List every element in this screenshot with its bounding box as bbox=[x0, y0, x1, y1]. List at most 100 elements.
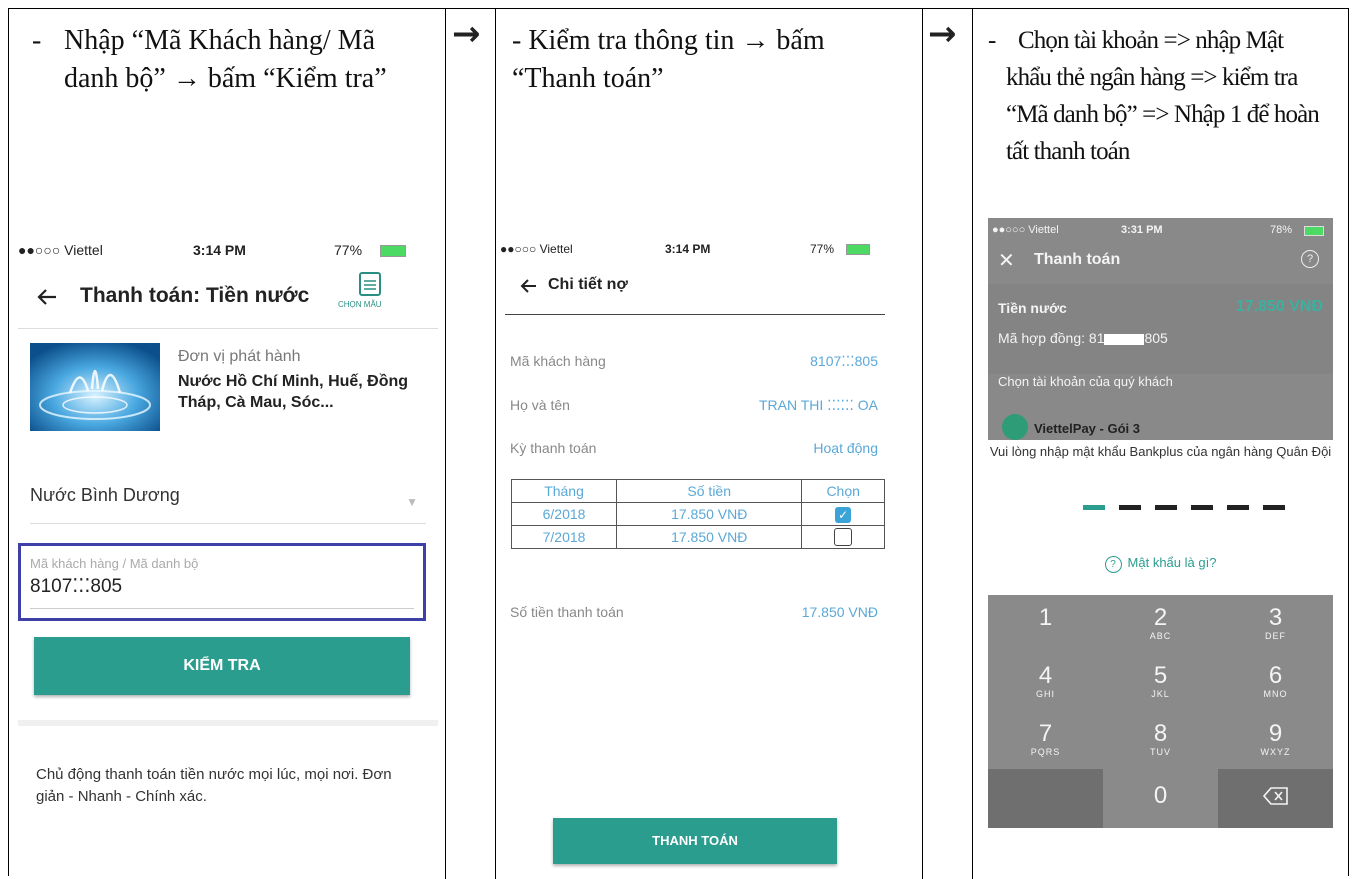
key-4[interactable]: 4 GHI bbox=[988, 653, 1103, 711]
detail-label: Họ và tên bbox=[510, 397, 570, 413]
step-2-instruction: - Kiểm tra thông tin → bấm “Thanh toán” bbox=[512, 22, 912, 98]
template-icon[interactable] bbox=[358, 270, 382, 296]
key-letters: TUV bbox=[1150, 747, 1171, 757]
key-digit: 1 bbox=[1038, 604, 1053, 631]
key-digit: 7 bbox=[1038, 720, 1053, 747]
key-digit: 9 bbox=[1268, 720, 1283, 747]
key-blank bbox=[988, 769, 1103, 828]
page-title: Chi tiết nợ bbox=[548, 276, 628, 293]
viettelpay-logo-icon bbox=[1002, 414, 1028, 440]
step-3-instruction: - Chọn tài khoản => nhập Mật khẩu thẻ ng… bbox=[988, 22, 1333, 170]
table-row: 7/2018 17.850 VNĐ bbox=[510, 525, 885, 549]
battery-icon bbox=[1304, 226, 1324, 236]
back-arrow-icon[interactable] bbox=[36, 288, 58, 306]
issuer-name: Nước Hồ Chí Minh, Huế, Đồng Tháp, Cà Mau… bbox=[178, 373, 409, 411]
numeric-keypad: 1 2 ABC 3 DEF 4 GHI 5 JKL 6 MNO 7 PQRS 8 TUV 9W… bbox=[988, 595, 1333, 828]
month-cell: 6/2018 bbox=[510, 502, 618, 526]
password-prompt: Vui lòng nhập mật khẩu Bankplus của ngân… bbox=[989, 444, 1332, 459]
contract-suffix: 805 bbox=[1144, 330, 1168, 346]
template-label[interactable]: CHỌN MẪU bbox=[338, 300, 382, 309]
help-text: Mật khẩu là gì? bbox=[1127, 555, 1217, 570]
backspace-key[interactable] bbox=[1218, 769, 1333, 828]
detail-row: Kỳ thanh toán Hoạt động bbox=[510, 440, 878, 456]
key-8[interactable]: 8 TUV bbox=[1103, 711, 1218, 769]
checkbox-unchecked[interactable] bbox=[834, 528, 853, 547]
service-description: Chủ động thanh toán tiền nước mọi lúc, m… bbox=[36, 766, 392, 805]
question-icon: ? bbox=[1104, 556, 1122, 573]
password-dots[interactable] bbox=[1083, 505, 1285, 511]
screen-debt-details: ●●○○○ Viettel 3:14 PM 77% Chi tiết nợ Mã… bbox=[500, 230, 895, 879]
battery-icon bbox=[380, 245, 406, 257]
key-letters: GHI bbox=[1035, 689, 1055, 699]
back-arrow-icon[interactable] bbox=[520, 278, 538, 294]
key-2[interactable]: 2 ABC bbox=[1103, 595, 1218, 653]
column-divider bbox=[445, 8, 446, 879]
key-digit: 3 bbox=[1268, 604, 1283, 631]
checkbox-checked[interactable]: ✓ bbox=[835, 506, 852, 523]
key-1[interactable]: 1 bbox=[988, 595, 1103, 653]
key-3[interactable]: 3 DEF bbox=[1218, 595, 1333, 653]
carrier-label: ●●○○○ Viettel bbox=[500, 242, 573, 256]
step-bullet: - bbox=[32, 25, 42, 56]
detail-value: Hoạt động bbox=[813, 440, 878, 456]
pay-button[interactable]: THANH TOÁN bbox=[553, 818, 837, 864]
detail-label: Kỳ thanh toán bbox=[510, 440, 597, 456]
key-7[interactable]: 7 PQRS bbox=[988, 711, 1103, 769]
key-digit: 4 bbox=[1038, 662, 1053, 689]
step-text: Chọn tài khoản => nhập Mật khẩu thẻ ngân… bbox=[1006, 27, 1320, 165]
input-underline bbox=[30, 608, 414, 609]
provider-select[interactable]: Nước Bình Dương ▼ bbox=[30, 485, 426, 524]
key-5[interactable]: 5 JKL bbox=[1103, 653, 1218, 711]
status-bar: ●●○○○ Viettel 3:31 PM 78% bbox=[992, 224, 1324, 236]
pin-slot bbox=[1263, 505, 1285, 510]
month-cell: 7/2018 bbox=[510, 525, 618, 549]
key-6[interactable]: 6 MNO bbox=[1218, 653, 1333, 711]
key-0[interactable]: 0 bbox=[1103, 769, 1218, 827]
header-underline bbox=[505, 314, 885, 315]
contract-label: Mã hợp đồng: 81 bbox=[998, 330, 1105, 346]
clock: 3:31 PM bbox=[1121, 224, 1163, 236]
customer-code-input[interactable]: 8107⁚⁚⁚805 bbox=[30, 575, 122, 598]
debt-table: Tháng Số tiền Chọn 6/2018 17.850 VNĐ ✓ 7… bbox=[510, 479, 885, 549]
status-bar: ●●○○○ Viettel 3:14 PM 77% bbox=[500, 242, 870, 256]
detail-row: Họ và tên TRAN THI ⁚⁚⁚⁚⁚⁚ OA bbox=[510, 397, 878, 413]
section-divider bbox=[18, 720, 438, 726]
help-icon[interactable]: ? bbox=[1301, 250, 1319, 268]
pin-slot bbox=[1155, 505, 1177, 510]
close-icon[interactable]: ✕ bbox=[998, 248, 1015, 273]
select-cell: ✓ bbox=[801, 502, 885, 526]
column-header: Số tiền bbox=[616, 479, 803, 503]
step-text: - Kiểm tra thông tin → bấm “Thanh toán” bbox=[512, 25, 825, 94]
key-digit: 6 bbox=[1268, 662, 1283, 689]
carrier-label: ●●○○○ Viettel bbox=[992, 224, 1059, 236]
key-digit: 8 bbox=[1153, 720, 1168, 747]
key-digit: 2 bbox=[1153, 604, 1168, 631]
column-divider bbox=[922, 8, 923, 879]
account-name[interactable]: ViettelPay - Gói 3 bbox=[1034, 421, 1140, 436]
carrier-label: ●●○○○ Viettel bbox=[18, 242, 103, 258]
total-value: 17.850 VNĐ bbox=[801, 604, 878, 620]
detail-value: 8107⁚⁚⁚805 bbox=[810, 353, 878, 369]
column-divider bbox=[495, 8, 496, 879]
password-help-link[interactable]: ? Mật khẩu là gì? bbox=[988, 555, 1333, 573]
key-9[interactable]: 9 WXYZ bbox=[1218, 711, 1333, 769]
step-1-instruction: - Nhập “Mã Khách hàng/ Mã danh bộ” → bấm… bbox=[32, 22, 432, 98]
page-title: Thanh toán: Tiền nước bbox=[80, 284, 310, 307]
status-bar: ●●○○○ Viettel 3:14 PM 77% bbox=[18, 242, 406, 258]
column-header: Chọn bbox=[801, 479, 885, 503]
amount-cell: 17.850 VNĐ bbox=[616, 525, 803, 549]
check-button[interactable]: KIỂM TRA bbox=[34, 637, 410, 695]
screen-water-bill-entry: ●●○○○ Viettel 3:14 PM 77% Thanh toán: Ti… bbox=[18, 230, 438, 879]
column-header: Tháng bbox=[510, 479, 618, 503]
key-letters: WXYZ bbox=[1260, 747, 1291, 757]
issuer-label: Đơn vị phát hành bbox=[178, 348, 301, 365]
redaction-mask bbox=[1104, 333, 1145, 345]
chevron-down-icon: ▼ bbox=[406, 495, 418, 509]
choose-account-label: Chọn tài khoản của quý khách bbox=[998, 374, 1173, 389]
bill-amount: 17.850 VNĐ bbox=[1235, 298, 1323, 315]
provider-select-value: Nước Bình Dương bbox=[30, 485, 180, 505]
amount-cell: 17.850 VNĐ bbox=[616, 502, 803, 526]
screen-password-entry: ●●○○○ Viettel 3:31 PM 78% ✕ Thanh toán ?… bbox=[988, 218, 1333, 828]
backspace-icon bbox=[1262, 787, 1288, 805]
pin-slot bbox=[1119, 505, 1141, 510]
